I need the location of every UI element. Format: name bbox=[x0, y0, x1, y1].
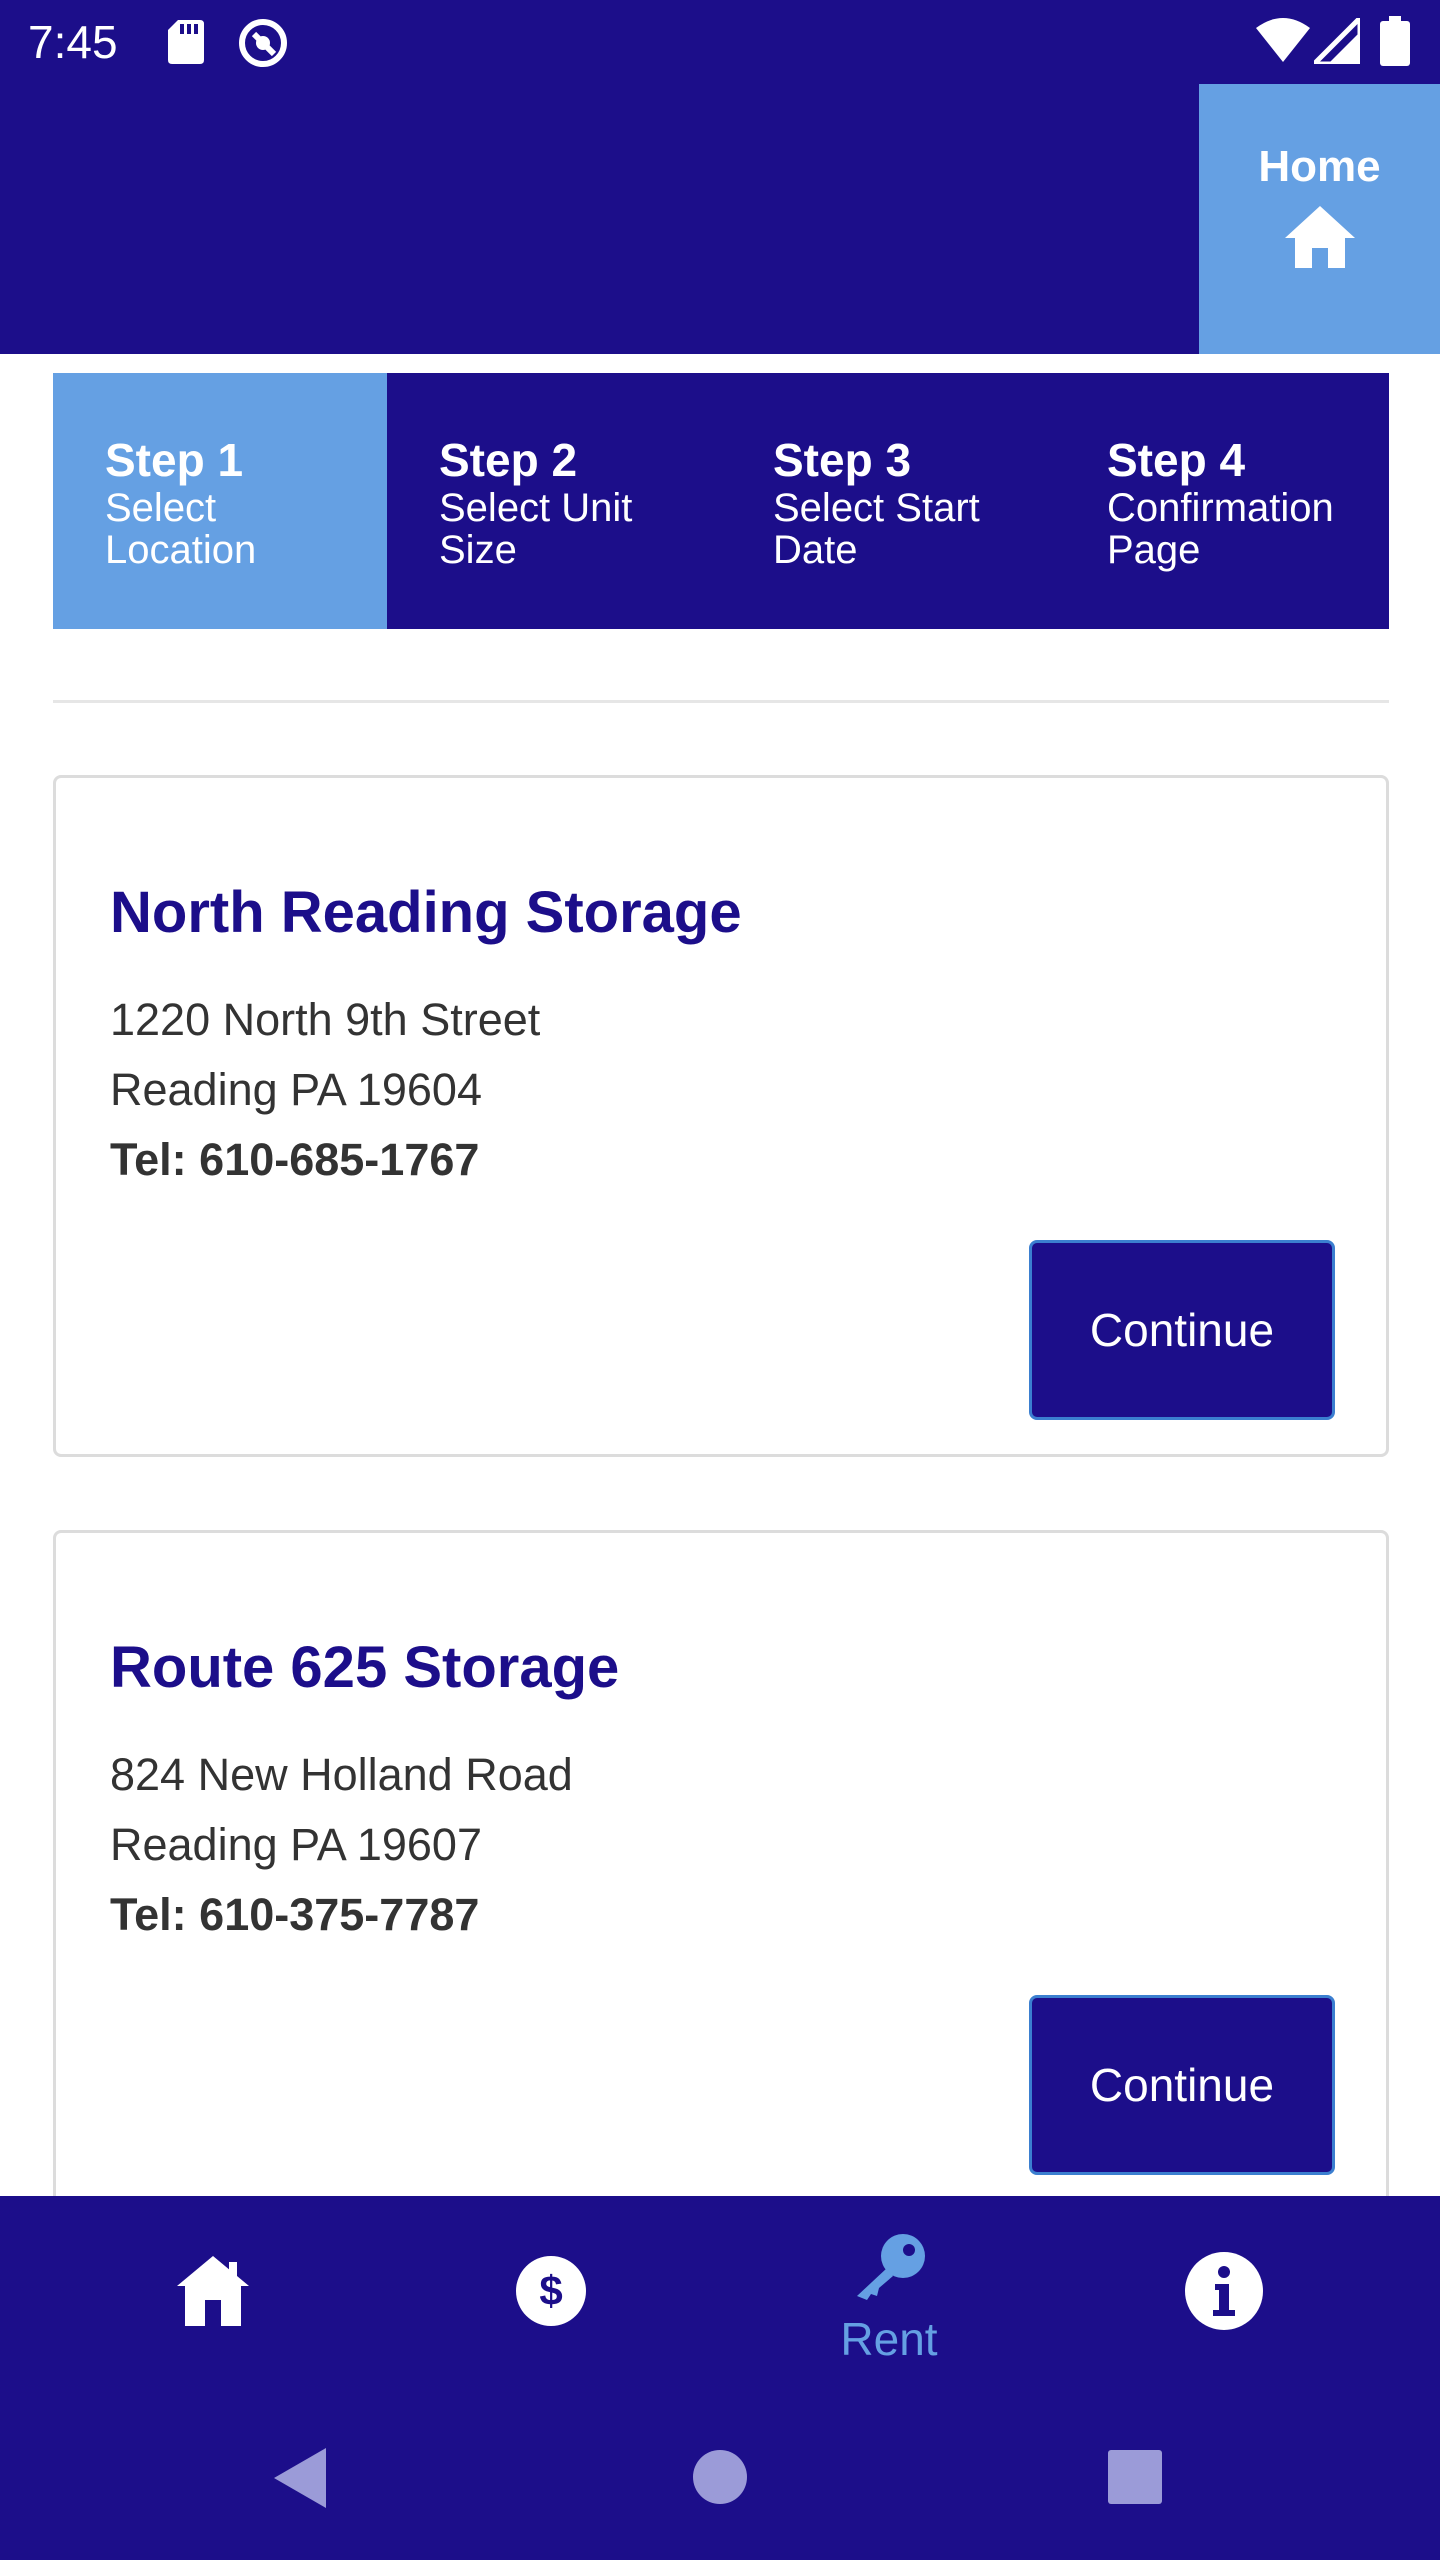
address-line-2: Reading PA 19604 bbox=[110, 1064, 482, 1115]
location-name: North Reading Storage bbox=[110, 880, 742, 945]
home-icon bbox=[1284, 206, 1355, 268]
location-card: Route 625 Storage 824 New Holland Road R… bbox=[53, 1530, 1389, 2250]
nav-pay[interactable]: $ bbox=[451, 2196, 651, 2380]
nav-home[interactable] bbox=[113, 2196, 313, 2380]
home-button-label: Home bbox=[1258, 142, 1381, 191]
sd-card-icon bbox=[168, 20, 204, 64]
wifi-icon bbox=[1256, 18, 1310, 62]
system-nav-bar bbox=[0, 2380, 1440, 2560]
status-bar: 7:45 bbox=[0, 0, 1440, 84]
step-title: Step 3 bbox=[773, 434, 912, 486]
continue-button[interactable]: Continue bbox=[1029, 1240, 1335, 1420]
step-title: Step 2 bbox=[439, 434, 578, 486]
step-subtitle: Select Unit Size bbox=[439, 486, 633, 572]
phone-number: Tel: 610-375-7787 bbox=[110, 1889, 480, 1940]
address-line-1: 1220 North 9th Street bbox=[110, 994, 541, 1045]
phone-number: Tel: 610-685-1767 bbox=[110, 1134, 480, 1185]
step-title: Step 4 bbox=[1107, 434, 1246, 486]
recents-icon[interactable] bbox=[1108, 2450, 1162, 2504]
step-4[interactable]: Step 4 Confirmation Page bbox=[1055, 373, 1389, 629]
info-icon bbox=[1185, 2252, 1263, 2330]
signal-icon bbox=[1314, 18, 1360, 64]
step-subtitle: Select Start Date bbox=[773, 486, 980, 572]
dollar-icon: $ bbox=[516, 2256, 586, 2326]
step-progress-bar: Step 1 Select Location Step 2 Select Uni… bbox=[53, 373, 1389, 629]
status-time: 7:45 bbox=[28, 16, 118, 68]
key-icon bbox=[857, 2234, 925, 2300]
address-line-1: 824 New Holland Road bbox=[110, 1749, 573, 1800]
nav-info[interactable] bbox=[1124, 2196, 1324, 2380]
svg-text:$: $ bbox=[539, 2267, 562, 2314]
home-circle-icon[interactable] bbox=[693, 2450, 747, 2504]
step-3[interactable]: Step 3 Select Start Date bbox=[721, 373, 1055, 629]
step-subtitle: Select Location bbox=[105, 486, 257, 572]
home-icon bbox=[177, 2256, 249, 2326]
home-button[interactable]: Home bbox=[1199, 84, 1440, 354]
back-icon[interactable] bbox=[274, 2448, 326, 2508]
sync-icon bbox=[239, 19, 287, 67]
address-line-2: Reading PA 19607 bbox=[110, 1819, 482, 1870]
nav-rent[interactable]: Rent bbox=[789, 2196, 989, 2380]
step-2[interactable]: Step 2 Select Unit Size bbox=[387, 373, 721, 629]
battery-icon bbox=[1380, 16, 1410, 66]
divider bbox=[53, 700, 1389, 703]
bottom-nav: $ Rent bbox=[0, 2196, 1440, 2380]
step-title: Step 1 bbox=[105, 434, 244, 486]
step-subtitle: Confirmation Page bbox=[1107, 486, 1334, 572]
nav-rent-label: Rent bbox=[840, 2313, 938, 2365]
location-name: Route 625 Storage bbox=[110, 1635, 620, 1700]
step-1[interactable]: Step 1 Select Location bbox=[53, 373, 387, 629]
location-card: North Reading Storage 1220 North 9th Str… bbox=[53, 775, 1389, 1457]
continue-button[interactable]: Continue bbox=[1029, 1995, 1335, 2175]
app-header: Home bbox=[0, 84, 1440, 354]
